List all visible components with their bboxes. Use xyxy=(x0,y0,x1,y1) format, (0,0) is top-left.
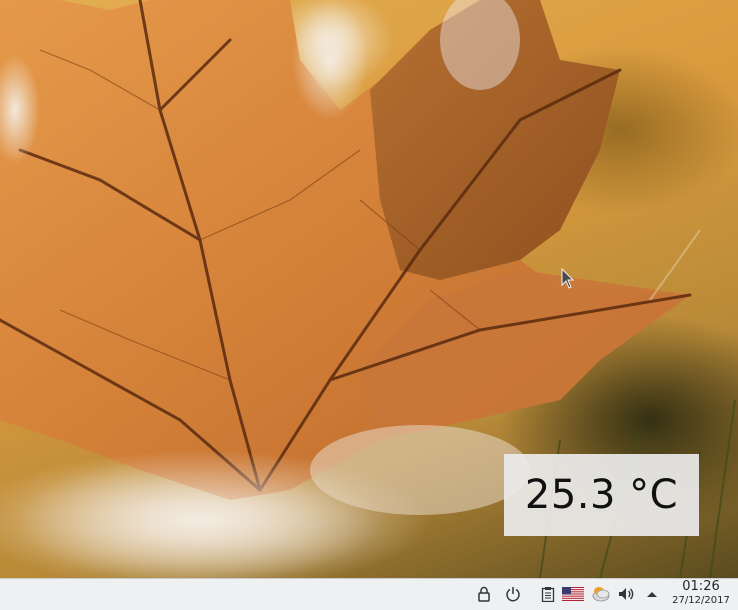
clock-time: 01:26 xyxy=(682,579,720,594)
power-icon[interactable] xyxy=(504,585,522,603)
lock-icon[interactable] xyxy=(475,585,493,603)
clipboard-icon[interactable] xyxy=(539,585,557,603)
expand-tray-icon[interactable] xyxy=(643,585,661,603)
desktop-wallpaper: 25.3 °C xyxy=(0,0,738,578)
us-flag-icon[interactable] xyxy=(562,585,584,603)
mouse-cursor-icon xyxy=(561,268,575,289)
weather-icon[interactable] xyxy=(591,585,611,603)
system-clock[interactable]: 01:26 27/12/2017 xyxy=(666,580,736,608)
temperature-widget[interactable]: 25.3 °C xyxy=(504,454,699,536)
volume-icon[interactable] xyxy=(617,585,635,603)
clock-date: 27/12/2017 xyxy=(672,595,730,606)
taskbar-panel: 01:26 27/12/2017 xyxy=(0,578,738,610)
temperature-value: 25.3 °C xyxy=(524,472,679,518)
